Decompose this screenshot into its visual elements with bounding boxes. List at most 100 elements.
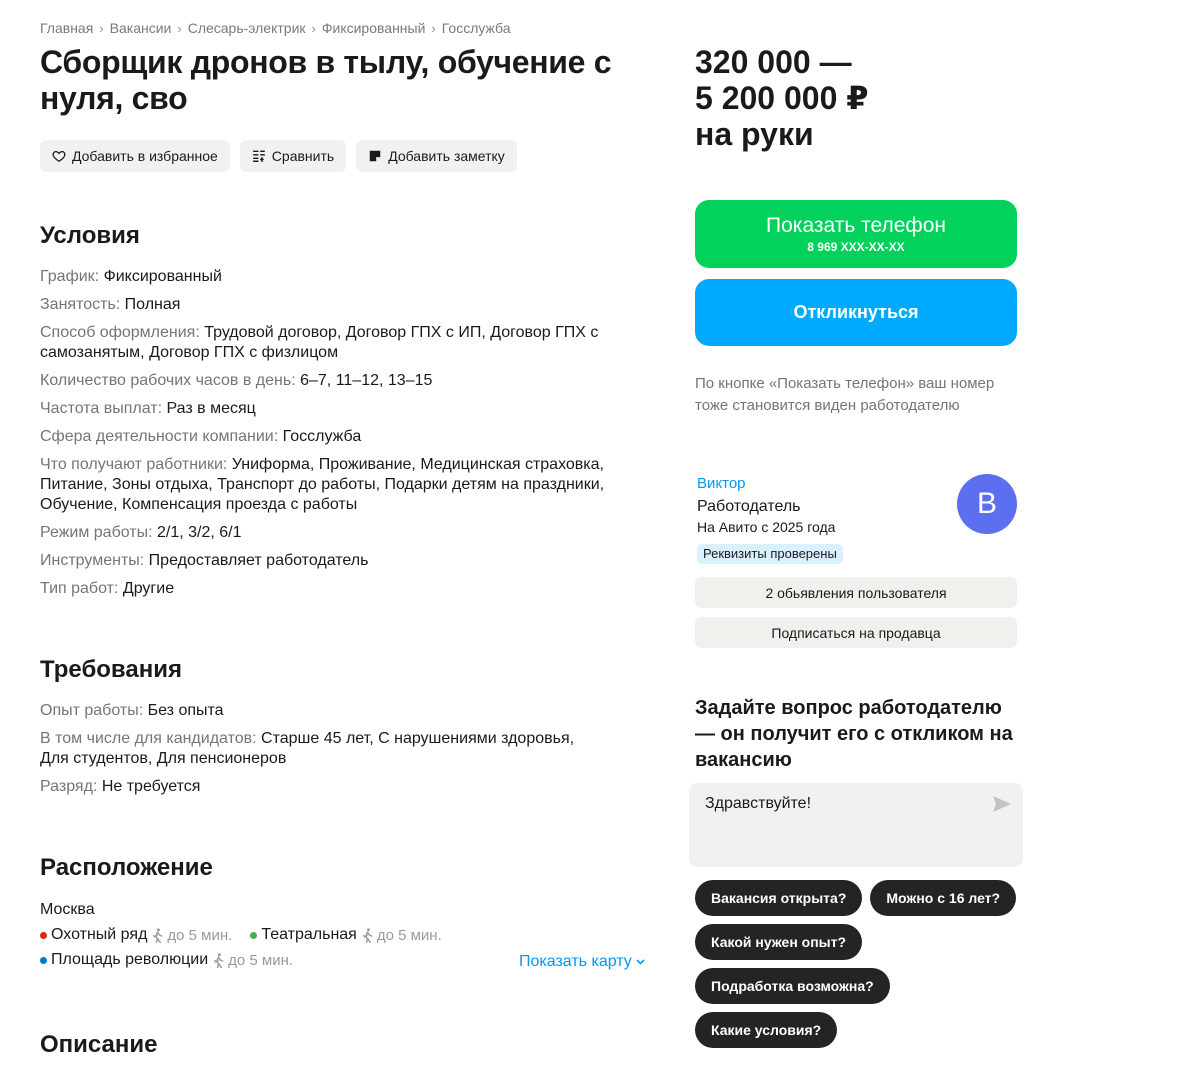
condition-key: Что получают работники:: [40, 456, 228, 473]
chip-row: Подработка возможна?: [695, 968, 1025, 1004]
salary-range-end: 5 200 000 ₽: [695, 80, 869, 116]
seller-name-link[interactable]: Виктор: [697, 475, 746, 492]
breadcrumb-item[interactable]: Слесарь-электрик: [188, 20, 306, 36]
metro-line-dot: [40, 931, 47, 939]
condition-value: Другие: [122, 580, 175, 597]
condition-key: Режим работы:: [40, 524, 153, 541]
phone-number-masked: 8 969 XXX-XX-XX: [807, 240, 905, 254]
condition-item: Сфера деятельности компании: Госслужба: [40, 427, 640, 447]
breadcrumb-item[interactable]: Вакансии: [110, 20, 172, 36]
condition-value: Госслужба: [282, 428, 362, 445]
seller-since: На Авито с 2025 года: [697, 519, 836, 535]
metro-line-dot: [40, 956, 47, 964]
add-to-favorites-label: Добавить в избранное: [72, 148, 218, 164]
condition-item: Частота выплат: Раз в месяц: [40, 399, 640, 419]
chip-row: Какие условия?: [695, 1012, 1025, 1048]
salary: 320 000 — 5 200 000 ₽ на руки: [695, 44, 869, 152]
avatar[interactable]: В: [957, 474, 1017, 534]
requirement-value: Не требуется: [101, 778, 201, 795]
quick-question-chip[interactable]: Можно с 16 лет?: [870, 880, 1017, 916]
condition-key: Тип работ:: [40, 580, 119, 597]
show-map-link[interactable]: Показать карту: [519, 953, 645, 971]
condition-item: Инструменты: Предоставляет работодатель: [40, 551, 640, 571]
metro-line-dot: [250, 931, 258, 939]
condition-value: Предоставляет работодатель: [148, 552, 369, 569]
verified-badge: Реквизиты проверены: [697, 544, 843, 564]
condition-value: Раз в месяц: [166, 400, 256, 417]
chip-row: Какой нужен опыт?: [695, 924, 1025, 960]
walk-time-label: до 5 мин.: [376, 926, 442, 944]
requirement-item: Опыт работы: Без опыта: [40, 701, 640, 721]
quick-question-chip[interactable]: Какой нужен опыт?: [695, 924, 863, 960]
quick-question-chip[interactable]: Подработка возможна?: [695, 968, 890, 1004]
subscribe-seller-button[interactable]: Подписаться на продавца: [695, 617, 1017, 648]
add-note-button[interactable]: Добавить заметку: [356, 140, 517, 172]
condition-value: Полная: [124, 296, 181, 313]
conditions-list: График: Фиксированный Занятость: Полная …: [40, 267, 640, 607]
send-icon[interactable]: [993, 796, 1011, 812]
user-ads-button[interactable]: 2 обьявления пользователя: [695, 577, 1017, 608]
requirement-key: Опыт работы:: [40, 702, 144, 719]
question-box: [689, 783, 1023, 867]
condition-item: Тип работ: Другие: [40, 579, 640, 599]
question-input[interactable]: [705, 795, 985, 813]
ask-question-title: Задайте вопрос работодателю — он получит…: [695, 697, 1013, 771]
walking-icon: [362, 927, 373, 943]
condition-key: Количество рабочих часов в день:: [40, 372, 296, 389]
metro-row: Охотный ряд до 5 мин. Театральная до 5 м…: [40, 926, 442, 944]
breadcrumb-item[interactable]: Главная: [40, 20, 93, 36]
metro-station: Площадь революции до 5 мин.: [40, 951, 293, 969]
walk-time: до 5 мин.: [151, 927, 232, 944]
walk-time-label: до 5 мин.: [228, 951, 294, 969]
walking-icon: [214, 952, 224, 968]
add-note-label: Добавить заметку: [388, 148, 505, 164]
show-phone-button[interactable]: Показать телефон 8 969 XXX-XX-XX: [695, 200, 1017, 268]
chevron-right-icon: ›: [99, 20, 104, 36]
walk-time: до 5 мин.: [361, 927, 442, 944]
condition-item: Занятость: Полная: [40, 295, 640, 315]
requirement-key: В том числе для кандидатов:: [40, 730, 257, 747]
walk-time-label: до 5 мин.: [167, 926, 233, 944]
add-to-favorites-button[interactable]: Добавить в избранное: [40, 140, 230, 172]
quick-question-chip[interactable]: Какие условия?: [695, 1012, 838, 1048]
condition-key: Инструменты:: [40, 552, 145, 569]
metro-station: Театральная до 5 мин.: [250, 926, 442, 944]
condition-item: Количество рабочих часов в день: 6–7, 11…: [40, 371, 640, 391]
condition-item: График: Фиксированный: [40, 267, 640, 287]
description-title: Описание: [40, 1031, 158, 1058]
walk-time: до 5 мин.: [212, 952, 293, 969]
respond-button[interactable]: Откликнуться: [695, 279, 1017, 346]
breadcrumb-item[interactable]: Фиксированный: [322, 20, 426, 36]
page-title: Сборщик дронов в тылу, обучение с нуля, …: [40, 44, 612, 116]
location-city: Москва: [40, 901, 95, 918]
metro-station-name: Охотный ряд: [51, 926, 148, 943]
compare-button[interactable]: Сравнить: [239, 140, 347, 172]
show-phone-label: Показать телефон: [766, 214, 946, 237]
condition-value: 6–7, 11–12, 13–15: [300, 372, 433, 389]
quick-question-chip[interactable]: Вакансия открыта?: [695, 880, 863, 916]
salary-note: на руки: [695, 116, 814, 152]
walking-icon: [153, 927, 163, 943]
condition-item: Что получают работники: Униформа, Прожив…: [40, 455, 640, 515]
condition-key: График:: [40, 268, 100, 285]
compare-icon: [252, 150, 265, 162]
heart-icon: [52, 150, 66, 163]
salary-range-start: 320 000 —: [695, 44, 852, 80]
metro-station: Охотный ряд до 5 мин.: [40, 926, 232, 944]
condition-key: Занятость:: [40, 296, 121, 313]
metro-station-name: Площадь революции: [51, 951, 209, 968]
chevron-right-icon: ›: [177, 20, 182, 36]
requirement-item: Разряд: Не требуется: [40, 777, 640, 797]
chevron-right-icon: ›: [431, 20, 436, 36]
action-bar: Добавить в избранное Сравнить Добавить з…: [40, 140, 517, 172]
chip-row: Вакансия открыта? Можно с 16 лет?: [695, 880, 1025, 916]
breadcrumb: Главная › Вакансии › Слесарь-электрик › …: [40, 20, 511, 36]
conditions-title: Условия: [40, 222, 140, 249]
show-map-label: Показать карту: [519, 953, 632, 970]
metro-row: Площадь революции до 5 мин.: [40, 951, 293, 969]
breadcrumb-item[interactable]: Госслужба: [442, 20, 511, 36]
condition-value: 2/1, 3/2, 6/1: [157, 524, 242, 541]
note-icon: [369, 150, 381, 162]
chevron-right-icon: ›: [311, 20, 316, 36]
quick-questions: Вакансия открыта? Можно с 16 лет? Какой …: [695, 880, 1025, 1056]
